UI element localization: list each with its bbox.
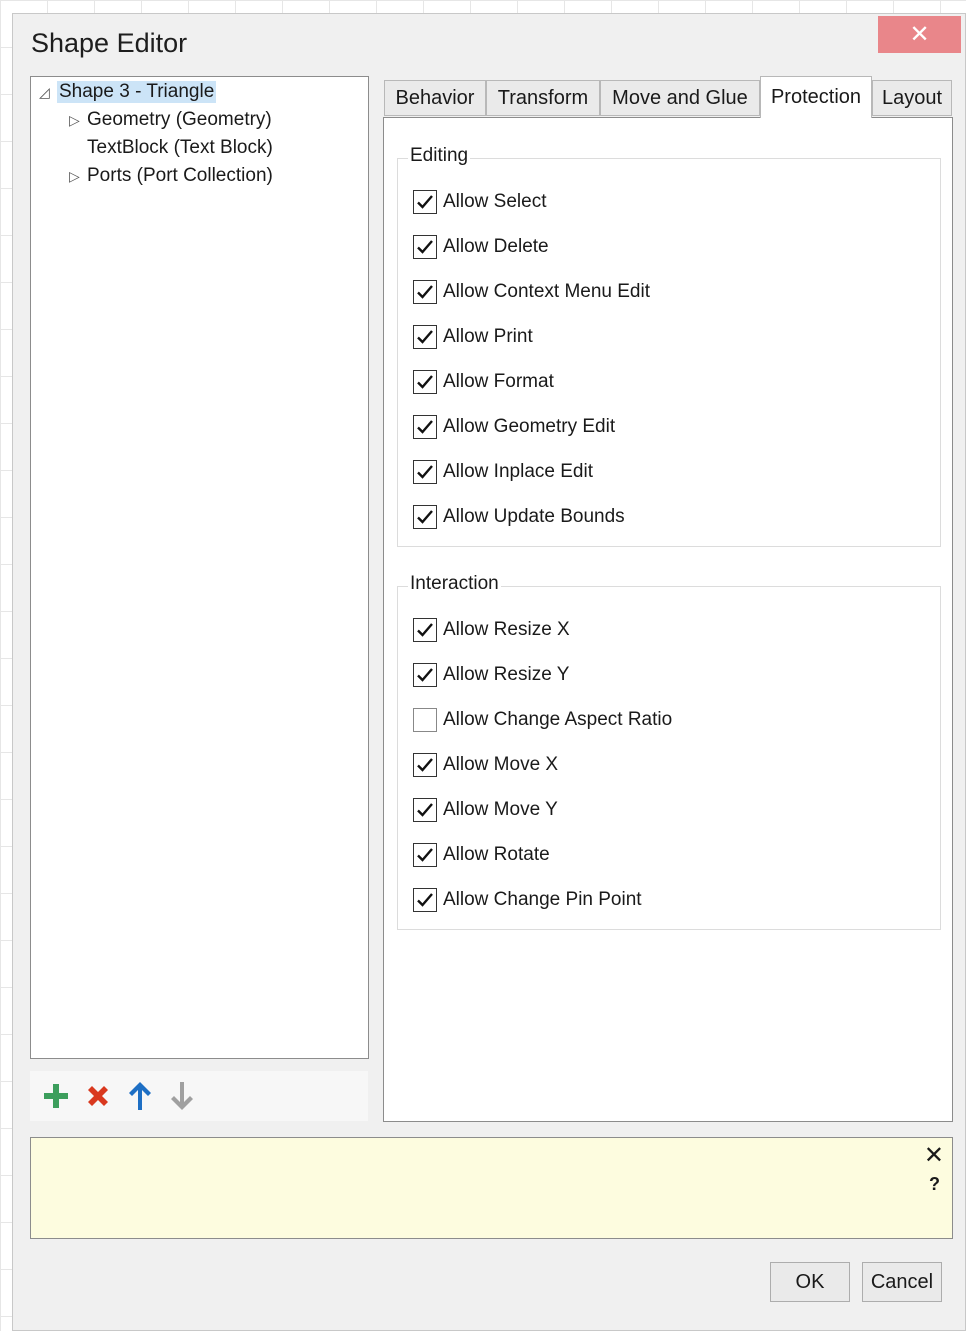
checkbox-checked[interactable]: [413, 370, 437, 394]
checkbox-checked[interactable]: [413, 843, 437, 867]
checkbox-row-allow-context-menu-edit[interactable]: Allow Context Menu Edit: [413, 277, 650, 307]
tree-item-label: Shape 3 - Triangle: [57, 81, 217, 103]
info-close-icon[interactable]: ✕: [924, 1144, 944, 1168]
checkbox-label: Allow Context Menu Edit: [443, 281, 650, 302]
checkbox-checked[interactable]: [413, 618, 437, 642]
tree-item-shape[interactable]: ◿ Shape 3 - Triangle: [39, 79, 217, 105]
editing-group: Editing Allow Select Allow Delete Allow Co…: [397, 145, 941, 547]
checkbox-checked[interactable]: [413, 415, 437, 439]
checkbox-checked[interactable]: [413, 325, 437, 349]
checkbox-row-allow-select[interactable]: Allow Select: [413, 187, 547, 217]
tree-item-textblock[interactable]: TextBlock (Text Block): [87, 135, 273, 161]
window-title: Shape Editor: [31, 28, 188, 58]
expand-arrow-icon[interactable]: ▷: [69, 168, 87, 185]
checkbox-checked[interactable]: [413, 888, 437, 912]
tab-layout[interactable]: Layout: [872, 80, 952, 116]
tree-item-label: Ports (Port Collection): [87, 165, 273, 186]
checkbox-checked[interactable]: [413, 753, 437, 777]
checkbox-label: Allow Print: [443, 326, 533, 347]
tab-label: Layout: [881, 86, 943, 109]
tab-transform[interactable]: Transform: [486, 80, 600, 116]
checkbox-checked[interactable]: [413, 235, 437, 259]
checkbox-label: Allow Format: [443, 371, 554, 392]
checkbox-checked[interactable]: [413, 460, 437, 484]
checkbox-label: Allow Change Pin Point: [443, 889, 642, 910]
window-close-button[interactable]: ✕: [878, 16, 961, 53]
tab-behavior[interactable]: Behavior: [384, 80, 486, 116]
checkbox-row-allow-rotate[interactable]: Allow Rotate: [413, 840, 550, 870]
checkbox-row-allow-print[interactable]: Allow Print: [413, 322, 533, 352]
checkbox-label: Allow Select: [443, 191, 547, 212]
checkbox-row-allow-format[interactable]: Allow Format: [413, 367, 554, 397]
x-icon[interactable]: [84, 1080, 112, 1112]
checkbox-checked[interactable]: [413, 798, 437, 822]
protection-panel: Editing Allow Select Allow Delete Allow Co…: [383, 117, 953, 1122]
checkbox-row-allow-inplace-edit[interactable]: Allow Inplace Edit: [413, 457, 593, 487]
close-icon: ✕: [909, 21, 930, 48]
checkbox-label: Allow Update Bounds: [443, 506, 625, 527]
ok-button[interactable]: OK: [770, 1262, 850, 1302]
editing-group-title: Editing: [408, 145, 471, 167]
tab-label: Transform: [497, 86, 589, 109]
plus-icon[interactable]: [42, 1080, 70, 1112]
arrow-up-icon[interactable]: [126, 1080, 154, 1112]
checkbox-unchecked[interactable]: [413, 708, 437, 732]
checkbox-label: Allow Move X: [443, 754, 559, 775]
info-bar: ✕ ?: [30, 1137, 953, 1239]
checkbox-row-allow-resize-x[interactable]: Allow Resize X: [413, 615, 570, 645]
checkbox-label: Allow Resize Y: [443, 664, 570, 685]
interaction-group-title: Interaction: [408, 573, 501, 595]
checkbox-row-allow-move-y[interactable]: Allow Move Y: [413, 795, 558, 825]
tree-item-ports[interactable]: ▷ Ports (Port Collection): [69, 163, 273, 189]
tab-label: Behavior: [395, 86, 475, 109]
tab-label: Move and Glue: [612, 86, 748, 109]
checkbox-checked[interactable]: [413, 190, 437, 214]
checkbox-checked[interactable]: [413, 505, 437, 529]
shape-tree[interactable]: ◿ Shape 3 - Triangle ▷ Geometry (Geometr…: [30, 76, 369, 1059]
collapse-arrow-icon[interactable]: ◿: [39, 84, 57, 101]
tree-item-label: Geometry (Geometry): [87, 109, 272, 130]
checkbox-row-allow-delete[interactable]: Allow Delete: [413, 232, 549, 262]
checkbox-checked[interactable]: [413, 663, 437, 687]
checkbox-label: Allow Resize X: [443, 619, 570, 640]
tree-toolbar: [30, 1071, 368, 1121]
checkbox-row-allow-resize-y[interactable]: Allow Resize Y: [413, 660, 569, 690]
checkbox-row-allow-move-x[interactable]: Allow Move X: [413, 750, 558, 780]
checkbox-label: Allow Rotate: [443, 844, 550, 865]
interaction-group: Interaction Allow Resize X Allow Resize Y…: [397, 573, 941, 930]
arrow-down-icon[interactable]: [168, 1080, 196, 1112]
checkbox-row-allow-geometry-edit[interactable]: Allow Geometry Edit: [413, 412, 615, 442]
checkbox-row-allow-change-pin-point[interactable]: Allow Change Pin Point: [413, 885, 642, 915]
checkbox-label: Allow Change Aspect Ratio: [443, 709, 673, 730]
help-icon[interactable]: ?: [929, 1174, 940, 1195]
checkbox-row-allow-update-bounds[interactable]: Allow Update Bounds: [413, 502, 625, 532]
expand-arrow-icon[interactable]: ▷: [69, 112, 87, 129]
checkbox-label: Allow Delete: [443, 236, 549, 257]
tab-protection[interactable]: Protection: [760, 76, 872, 118]
checkbox-row-allow-change-aspect-ratio[interactable]: Allow Change Aspect Ratio: [413, 705, 672, 735]
cancel-button[interactable]: Cancel: [862, 1262, 942, 1302]
tab-move-and-glue[interactable]: Move and Glue: [600, 80, 760, 116]
tree-item-geometry[interactable]: ▷ Geometry (Geometry): [69, 107, 272, 133]
checkbox-label: Allow Move Y: [443, 799, 558, 820]
tree-item-label: TextBlock (Text Block): [87, 137, 273, 158]
tab-label: Protection: [770, 86, 862, 108]
checkbox-label: Allow Geometry Edit: [443, 416, 616, 437]
shape-editor-window: Shape Editor ✕ ◿ Shape 3 - Triangle ▷ Ge…: [12, 13, 966, 1331]
checkbox-label: Allow Inplace Edit: [443, 461, 593, 482]
checkbox-checked[interactable]: [413, 280, 437, 304]
